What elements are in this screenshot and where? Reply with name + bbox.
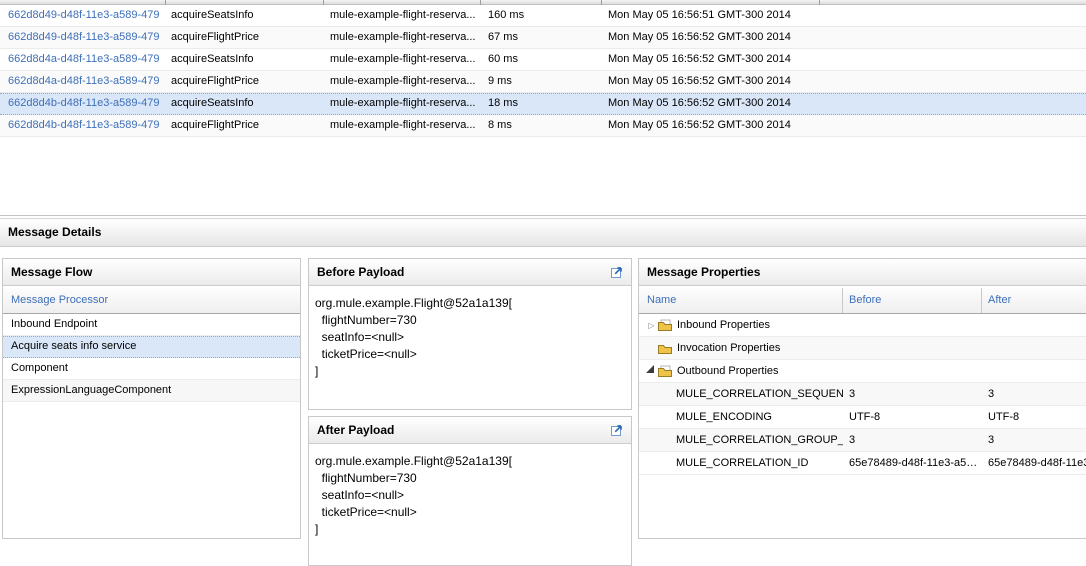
- event-duration: 60 ms: [481, 49, 602, 70]
- folder-icon: [657, 319, 675, 332]
- message-flow-panel: Message Flow Message Processor Inbound E…: [2, 258, 301, 539]
- after-payload-content: org.mule.example.Flight@52a1a139[ flight…: [309, 444, 631, 538]
- event-duration: 67 ms: [481, 27, 602, 48]
- column-divider[interactable]: [323, 0, 324, 5]
- after-payload-panel: After Payload org.mule.example.Flight@52…: [308, 416, 632, 566]
- column-divider[interactable]: [480, 0, 481, 5]
- table-row-selected[interactable]: 662d8d4b-d48f-11e3-a589-479 acquireSeats…: [0, 93, 1086, 115]
- horizontal-splitter[interactable]: [0, 215, 1086, 216]
- event-id-link[interactable]: 662d8d4a-d48f-11e3-a589-479: [0, 71, 166, 92]
- property-row[interactable]: MULE_CORRELATION_ID 65e78489-d48f-11e3-a…: [639, 452, 1086, 475]
- event-app: mule-example-flight-reserva...: [324, 94, 481, 114]
- message-details-header: Message Details: [0, 218, 1086, 247]
- popout-icon[interactable]: [610, 423, 624, 437]
- property-name: MULE_ENCODING: [639, 406, 843, 429]
- event-processor: acquireFlightPrice: [166, 27, 324, 48]
- property-group-row[interactable]: ▷ Inbound Properties: [639, 314, 1086, 337]
- event-timestamp: Mon May 05 16:56:52 GMT-300 2014: [602, 71, 1086, 92]
- message-properties-panel: Message Properties Name Before After ▷ I…: [638, 258, 1086, 539]
- event-timestamp: Mon May 05 16:56:52 GMT-300 2014: [602, 27, 1086, 48]
- events-table: 662d8d49-d48f-11e3-a589-479 acquireSeats…: [0, 0, 1086, 137]
- message-processor-item[interactable]: Inbound Endpoint: [3, 314, 300, 336]
- property-after-value: UTF-8: [982, 406, 1086, 429]
- before-payload-panel-header: Before Payload: [309, 259, 631, 286]
- property-row[interactable]: MULE_ENCODING UTF-8 UTF-8: [639, 406, 1086, 429]
- property-before-value: 3: [843, 383, 982, 406]
- message-properties-title: Message Properties: [647, 265, 760, 279]
- property-group-row[interactable]: Outbound Properties: [639, 360, 1086, 383]
- popout-icon[interactable]: [610, 265, 624, 279]
- table-row[interactable]: 662d8d4b-d48f-11e3-a589-479 acquireFligh…: [0, 115, 1086, 137]
- event-id-link[interactable]: 662d8d4a-d48f-11e3-a589-479: [0, 49, 166, 70]
- event-id-link[interactable]: 662d8d49-d48f-11e3-a589-479: [0, 27, 166, 48]
- property-row[interactable]: MULE_CORRELATION_GROUP_SIZE 3 3: [639, 429, 1086, 452]
- event-duration: 8 ms: [481, 115, 602, 136]
- event-processor: acquireSeatsInfo: [166, 94, 324, 114]
- property-name: MULE_CORRELATION_SEQUENCE: [639, 383, 843, 406]
- message-properties-panel-header: Message Properties: [639, 259, 1086, 286]
- column-divider[interactable]: [601, 0, 602, 5]
- collapse-expanded-icon[interactable]: [646, 365, 657, 377]
- property-group-row[interactable]: Invocation Properties: [639, 337, 1086, 360]
- folder-icon: [657, 342, 675, 355]
- event-id-link[interactable]: 662d8d4b-d48f-11e3-a589-479: [0, 115, 166, 136]
- table-row[interactable]: 662d8d4a-d48f-11e3-a589-479 acquireSeats…: [0, 49, 1086, 71]
- column-divider[interactable]: [165, 0, 166, 5]
- message-processor-item-selected[interactable]: Acquire seats info service: [3, 336, 300, 358]
- property-group-label: Invocation Properties: [675, 342, 780, 354]
- event-app: mule-example-flight-reserva...: [324, 49, 481, 70]
- table-row[interactable]: 662d8d49-d48f-11e3-a589-479 acquireFligh…: [0, 27, 1086, 49]
- after-payload-panel-header: After Payload: [309, 417, 631, 444]
- property-group-label: Outbound Properties: [675, 365, 779, 377]
- table-row[interactable]: 662d8d4a-d48f-11e3-a589-479 acquireFligh…: [0, 71, 1086, 93]
- column-header-before[interactable]: Before: [843, 288, 982, 313]
- property-after-value: 3: [982, 429, 1086, 452]
- message-properties-column-headers: Name Before After: [639, 288, 1086, 314]
- message-details-title: Message Details: [8, 225, 101, 239]
- message-processor-column-header[interactable]: Message Processor: [3, 288, 300, 314]
- property-group-label: Inbound Properties: [675, 319, 770, 331]
- event-duration: 9 ms: [481, 71, 602, 92]
- folder-icon: [657, 365, 675, 378]
- property-name: MULE_CORRELATION_GROUP_SIZE: [639, 429, 843, 452]
- event-timestamp: Mon May 05 16:56:52 GMT-300 2014: [602, 49, 1086, 70]
- message-processor-item[interactable]: ExpressionLanguageComponent: [3, 380, 300, 402]
- property-before-value: 3: [843, 429, 982, 452]
- property-name: MULE_CORRELATION_ID: [639, 452, 843, 475]
- property-after-value: 65e78489-d48f-11e3-a5…: [982, 452, 1086, 475]
- message-processor-item[interactable]: Component: [3, 358, 300, 380]
- events-table-header: [0, 0, 1086, 5]
- event-id-link[interactable]: 662d8d4b-d48f-11e3-a589-479: [0, 94, 166, 114]
- column-header-after[interactable]: After: [982, 288, 1086, 313]
- property-before-value: 65e78489-d48f-11e3-a5…: [843, 452, 982, 475]
- message-flow-panel-header: Message Flow: [3, 259, 300, 286]
- event-timestamp: Mon May 05 16:56:52 GMT-300 2014: [602, 94, 1086, 114]
- column-header-name[interactable]: Name: [639, 288, 843, 313]
- property-row[interactable]: MULE_CORRELATION_SEQUENCE 3 3: [639, 383, 1086, 406]
- event-app: mule-example-flight-reserva...: [324, 71, 481, 92]
- event-processor: acquireFlightPrice: [166, 71, 324, 92]
- before-payload-panel: Before Payload org.mule.example.Flight@5…: [308, 258, 632, 410]
- event-duration: 160 ms: [481, 5, 602, 26]
- event-app: mule-example-flight-reserva...: [324, 115, 481, 136]
- event-processor: acquireFlightPrice: [166, 115, 324, 136]
- event-processor: acquireSeatsInfo: [166, 49, 324, 70]
- message-flow-title: Message Flow: [11, 265, 92, 279]
- before-payload-title: Before Payload: [317, 265, 404, 279]
- event-timestamp: Mon May 05 16:56:52 GMT-300 2014: [602, 115, 1086, 136]
- event-processor: acquireSeatsInfo: [166, 5, 324, 26]
- expand-collapsed-icon[interactable]: ▷: [646, 321, 657, 330]
- event-app: mule-example-flight-reserva...: [324, 5, 481, 26]
- event-timestamp: Mon May 05 16:56:51 GMT-300 2014: [602, 5, 1086, 26]
- event-duration: 18 ms: [481, 94, 602, 114]
- before-payload-content: org.mule.example.Flight@52a1a139[ flight…: [309, 286, 631, 380]
- property-after-value: 3: [982, 383, 1086, 406]
- table-row[interactable]: 662d8d49-d48f-11e3-a589-479 acquireSeats…: [0, 5, 1086, 27]
- event-id-link[interactable]: 662d8d49-d48f-11e3-a589-479: [0, 5, 166, 26]
- after-payload-title: After Payload: [317, 423, 394, 437]
- property-before-value: UTF-8: [843, 406, 982, 429]
- column-divider[interactable]: [819, 0, 820, 5]
- event-app: mule-example-flight-reserva...: [324, 27, 481, 48]
